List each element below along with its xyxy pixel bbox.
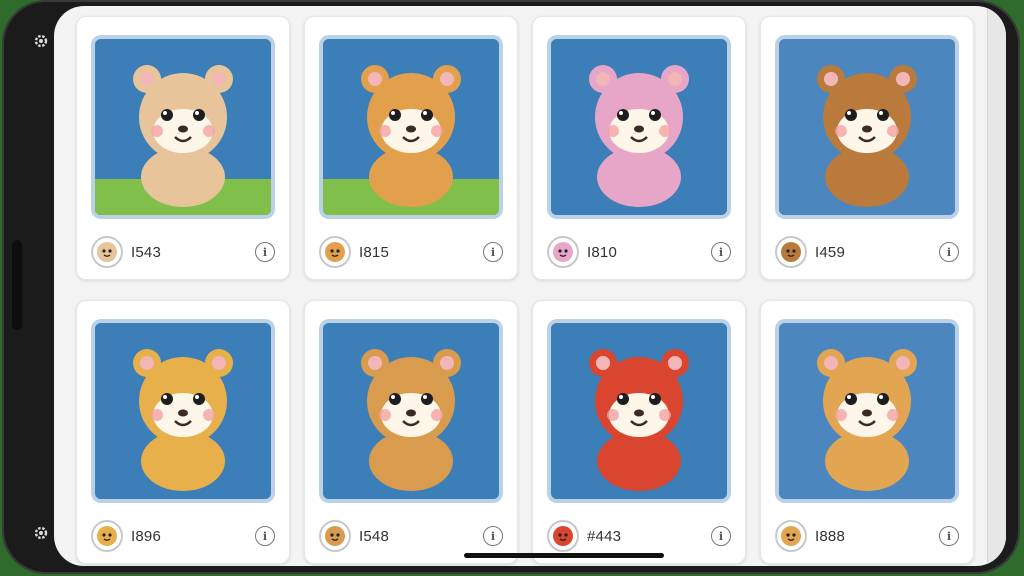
sticker-card[interactable]: #443 i: [532, 300, 746, 564]
info-icon[interactable]: i: [483, 526, 503, 546]
sticker-card[interactable]: I810 i: [532, 16, 746, 280]
cat-face-icon[interactable]: [547, 236, 579, 268]
lion-face-icon[interactable]: [319, 520, 351, 552]
info-icon[interactable]: i: [711, 526, 731, 546]
card-footer: #443 i: [547, 519, 731, 553]
sticker-name: I459: [815, 243, 845, 261]
sticker-name: #443: [587, 527, 622, 545]
lion-face-icon[interactable]: [319, 236, 351, 268]
sticker-artwork[interactable]: [95, 323, 271, 499]
card-footer: I459 i: [775, 235, 959, 269]
info-icon[interactable]: i: [483, 242, 503, 262]
gear-icon[interactable]: [30, 30, 52, 52]
home-indicator[interactable]: [464, 553, 664, 558]
sticker-artwork[interactable]: [323, 39, 499, 215]
side-sensor: [12, 240, 22, 330]
sticker-card[interactable]: I815 i: [304, 16, 518, 280]
sticker-name: I548: [359, 527, 389, 545]
rooster-face-icon[interactable]: [775, 520, 807, 552]
tiger-face-icon[interactable]: [91, 520, 123, 552]
card-footer: I810 i: [547, 235, 731, 269]
info-icon[interactable]: i: [939, 242, 959, 262]
sticker-card[interactable]: I548 i: [304, 300, 518, 564]
sticker-artwork[interactable]: [779, 323, 955, 499]
app-screen: I543 i I815 i I810 i I459 i I896 i I548 …: [54, 6, 1006, 566]
card-footer: I548 i: [319, 519, 503, 553]
info-icon[interactable]: i: [711, 242, 731, 262]
info-icon[interactable]: i: [939, 526, 959, 546]
sticker-artwork[interactable]: [551, 39, 727, 215]
info-icon[interactable]: i: [255, 526, 275, 546]
sticker-card[interactable]: I888 i: [760, 300, 974, 564]
dog-face-icon[interactable]: [775, 236, 807, 268]
next-page-peek[interactable]: [987, 6, 1006, 566]
sticker-artwork[interactable]: [779, 39, 955, 215]
sticker-artwork[interactable]: [323, 323, 499, 499]
bear-face-icon[interactable]: [91, 236, 123, 268]
card-footer: I543 i: [91, 235, 275, 269]
sticker-name: I810: [587, 243, 617, 261]
sticker-name: I888: [815, 527, 845, 545]
sticker-card[interactable]: I896 i: [76, 300, 290, 564]
sticker-card[interactable]: I543 i: [76, 16, 290, 280]
device-bezel: I543 i I815 i I810 i I459 i I896 i I548 …: [2, 0, 1020, 574]
info-icon[interactable]: i: [255, 242, 275, 262]
sticker-name: I543: [131, 243, 161, 261]
sticker-name: I896: [131, 527, 161, 545]
chick-face-icon[interactable]: [547, 520, 579, 552]
card-footer: I888 i: [775, 519, 959, 553]
sticker-card[interactable]: I459 i: [760, 16, 974, 280]
card-footer: I815 i: [319, 235, 503, 269]
sticker-name: I815: [359, 243, 389, 261]
gear-icon[interactable]: [30, 522, 52, 544]
card-footer: I896 i: [91, 519, 275, 553]
sticker-artwork[interactable]: [551, 323, 727, 499]
sticker-artwork[interactable]: [95, 39, 271, 215]
